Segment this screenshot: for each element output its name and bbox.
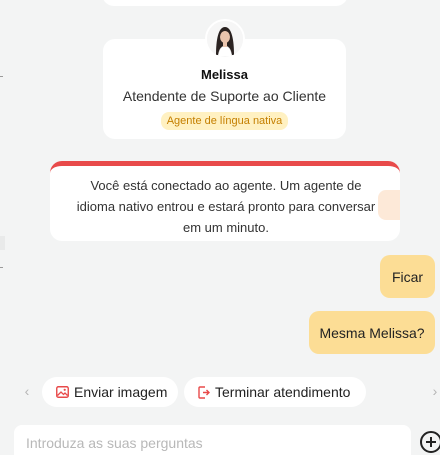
send-image-label: Enviar imagem: [74, 384, 168, 400]
side-panel-edge: [0, 236, 5, 250]
message-input-box: [14, 425, 411, 455]
end-chat-label: Terminar atendimento: [215, 384, 351, 400]
agent-role: Atendente de Suporte ao Cliente: [122, 88, 327, 104]
side-feedback-tab[interactable]: [378, 190, 400, 220]
exit-icon: [198, 385, 210, 399]
side-panel-edge: [0, 267, 3, 268]
send-image-button[interactable]: Enviar imagem: [42, 377, 178, 407]
chevron-right-icon[interactable]: ›: [428, 383, 440, 399]
agent-portrait-icon: [207, 21, 243, 57]
add-attachment-button[interactable]: [420, 431, 440, 453]
previous-message-card: [102, 0, 348, 6]
side-panel-edge: [0, 76, 3, 77]
system-notice-card: Você está conectado ao agente. Um agente…: [50, 161, 400, 241]
quick-actions-bar: ‹ Enviar imagem Terminar atendimento ›: [0, 375, 440, 409]
user-message-bubble: Mesma Melissa?: [309, 311, 435, 354]
native-language-badge: Agente de língua nativa: [160, 112, 289, 130]
end-chat-button[interactable]: Terminar atendimento: [184, 377, 366, 407]
user-message-bubble: Ficar: [380, 255, 435, 298]
agent-avatar: [205, 19, 245, 59]
chevron-left-icon[interactable]: ‹: [20, 383, 34, 399]
message-input[interactable]: [14, 425, 411, 455]
user-message-text: Mesma Melissa?: [319, 324, 425, 341]
agent-name: Melissa: [201, 67, 248, 82]
image-icon: [56, 386, 69, 398]
user-message-text: Ficar: [391, 268, 424, 285]
system-notice-text: Você está conectado ao agente. Um agente…: [76, 178, 376, 235]
